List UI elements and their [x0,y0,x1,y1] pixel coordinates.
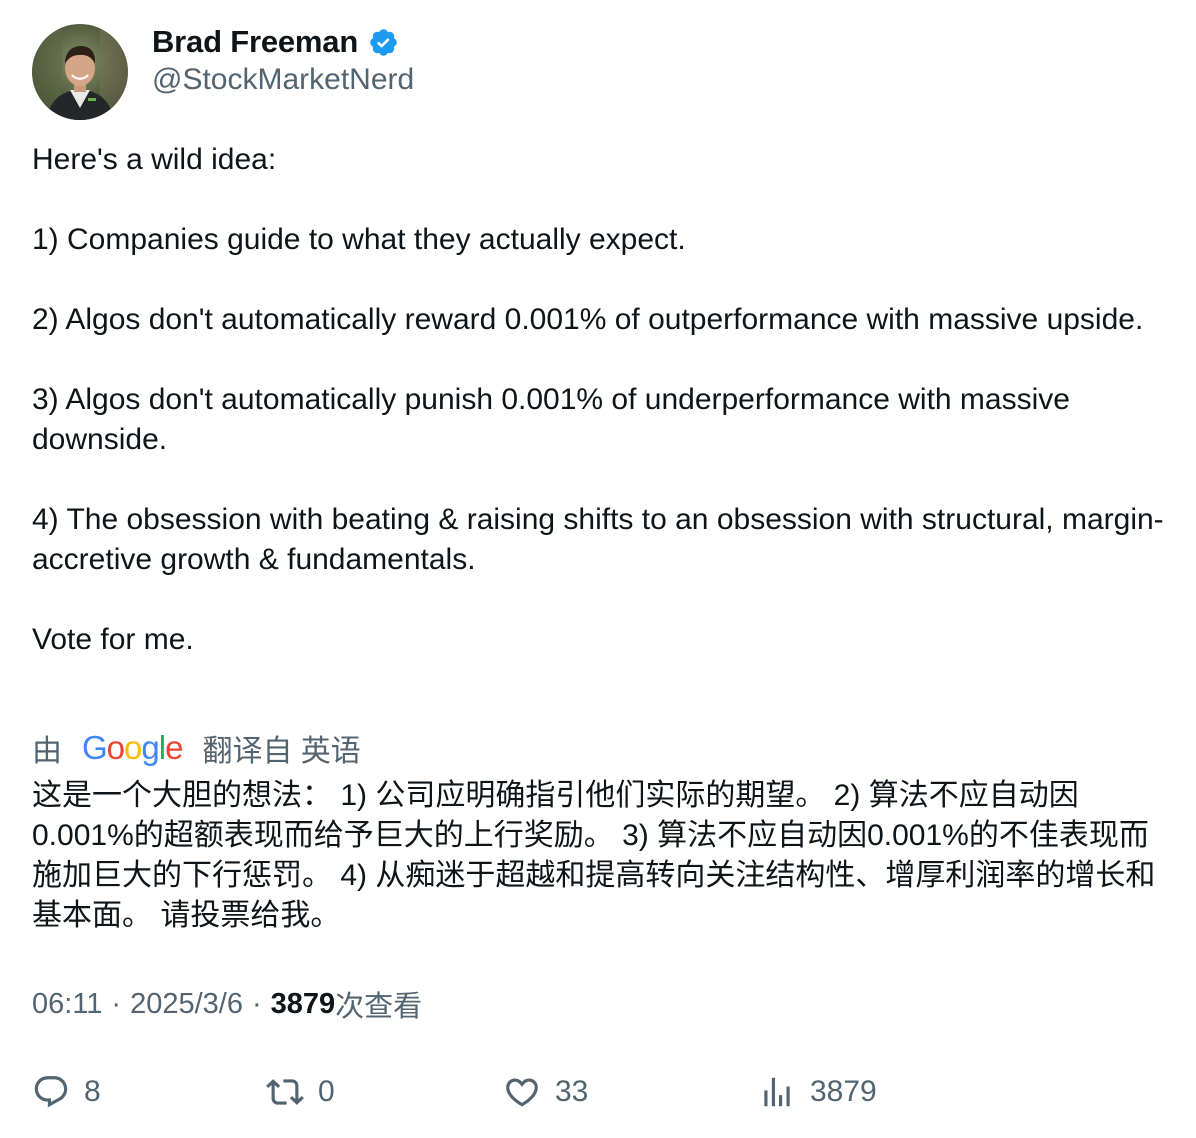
tweet-paragraph: 2) Algos don't automatically reward 0.00… [32,303,1144,336]
author-handle[interactable]: @StockMarketNerd [152,63,414,97]
reply-button[interactable]: 8 [32,1068,101,1116]
tweet-meta: 06:11 · 2025/3/6 · 3879 次查看 [32,984,422,1024]
retweet-count: 0 [318,1075,335,1108]
like-button[interactable]: 33 [503,1068,588,1116]
tweet-paragraph: 3) Algos don't automatically punish 0.00… [32,383,1070,456]
views-chart-icon [764,1077,790,1107]
meta-separator: · [111,987,122,1020]
views-count: 3879 [270,987,336,1020]
avatar-photo [32,24,128,120]
avatar[interactable] [32,24,128,120]
action-bar: 8 0 33 3879 [0,1068,1196,1116]
translated-text: 这是一个大胆的想法： 1) 公司应明确指引他们实际的期望。 2) 算法不应自动因… [32,779,1156,932]
meta-separator: · [251,987,262,1020]
retweet-icon [266,1079,304,1105]
like-count: 33 [555,1075,589,1108]
translation-suffix: 翻译自 英语 [202,735,361,768]
reply-icon [34,1076,68,1108]
tweet-paragraph: 1) Companies guide to what they actually… [32,223,686,256]
reply-count: 8 [84,1075,101,1108]
author-name[interactable]: Brad Freeman [152,24,358,60]
verified-badge-icon[interactable] [368,27,399,58]
views-action-count: 3879 [810,1075,877,1108]
heart-icon [506,1078,538,1107]
translation-attribution[interactable]: 由 Google 翻译自 英语 [32,728,361,768]
views-button[interactable]: 3879 [758,1068,877,1116]
tweet-time[interactable]: 06:11 [32,988,102,1021]
google-logo: Google [82,729,183,766]
retweet-button[interactable]: 0 [266,1068,335,1116]
views-label: 次查看 [335,991,423,1023]
tweet-paragraph: Here's a wild idea: [32,143,277,176]
translation-prefix: 由 [32,735,62,768]
tweet-body: Here's a wild idea: 1) Companies guide t… [32,140,1166,660]
tweet-paragraph: 4) The obsession with beating & raising … [32,503,1164,576]
author-name-row: Brad Freeman [152,22,399,62]
tweet-paragraph: Vote for me. [32,623,194,656]
tweet-date[interactable]: 2025/3/6 [130,988,243,1021]
